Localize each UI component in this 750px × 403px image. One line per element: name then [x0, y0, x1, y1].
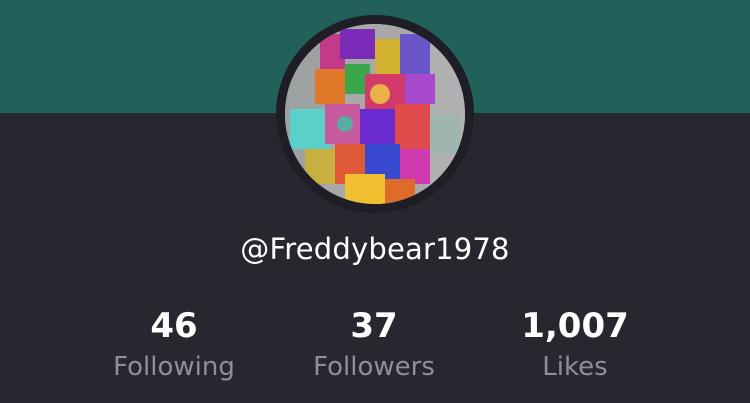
profile-avatar[interactable]	[276, 15, 474, 213]
following-count: 46	[150, 306, 198, 346]
likes-count: 1,007	[521, 306, 629, 346]
stat-following[interactable]: 46 Following	[84, 305, 264, 386]
profile-username: @Freddybear1978	[240, 232, 510, 266]
stat-followers[interactable]: 37 Followers	[284, 305, 464, 386]
likes-label: Likes	[542, 352, 608, 382]
stat-likes[interactable]: 1,007 Likes	[485, 305, 665, 386]
followers-count: 37	[350, 306, 398, 346]
following-label: Following	[113, 352, 235, 382]
avatar-image	[285, 24, 465, 204]
followers-label: Followers	[313, 352, 435, 382]
